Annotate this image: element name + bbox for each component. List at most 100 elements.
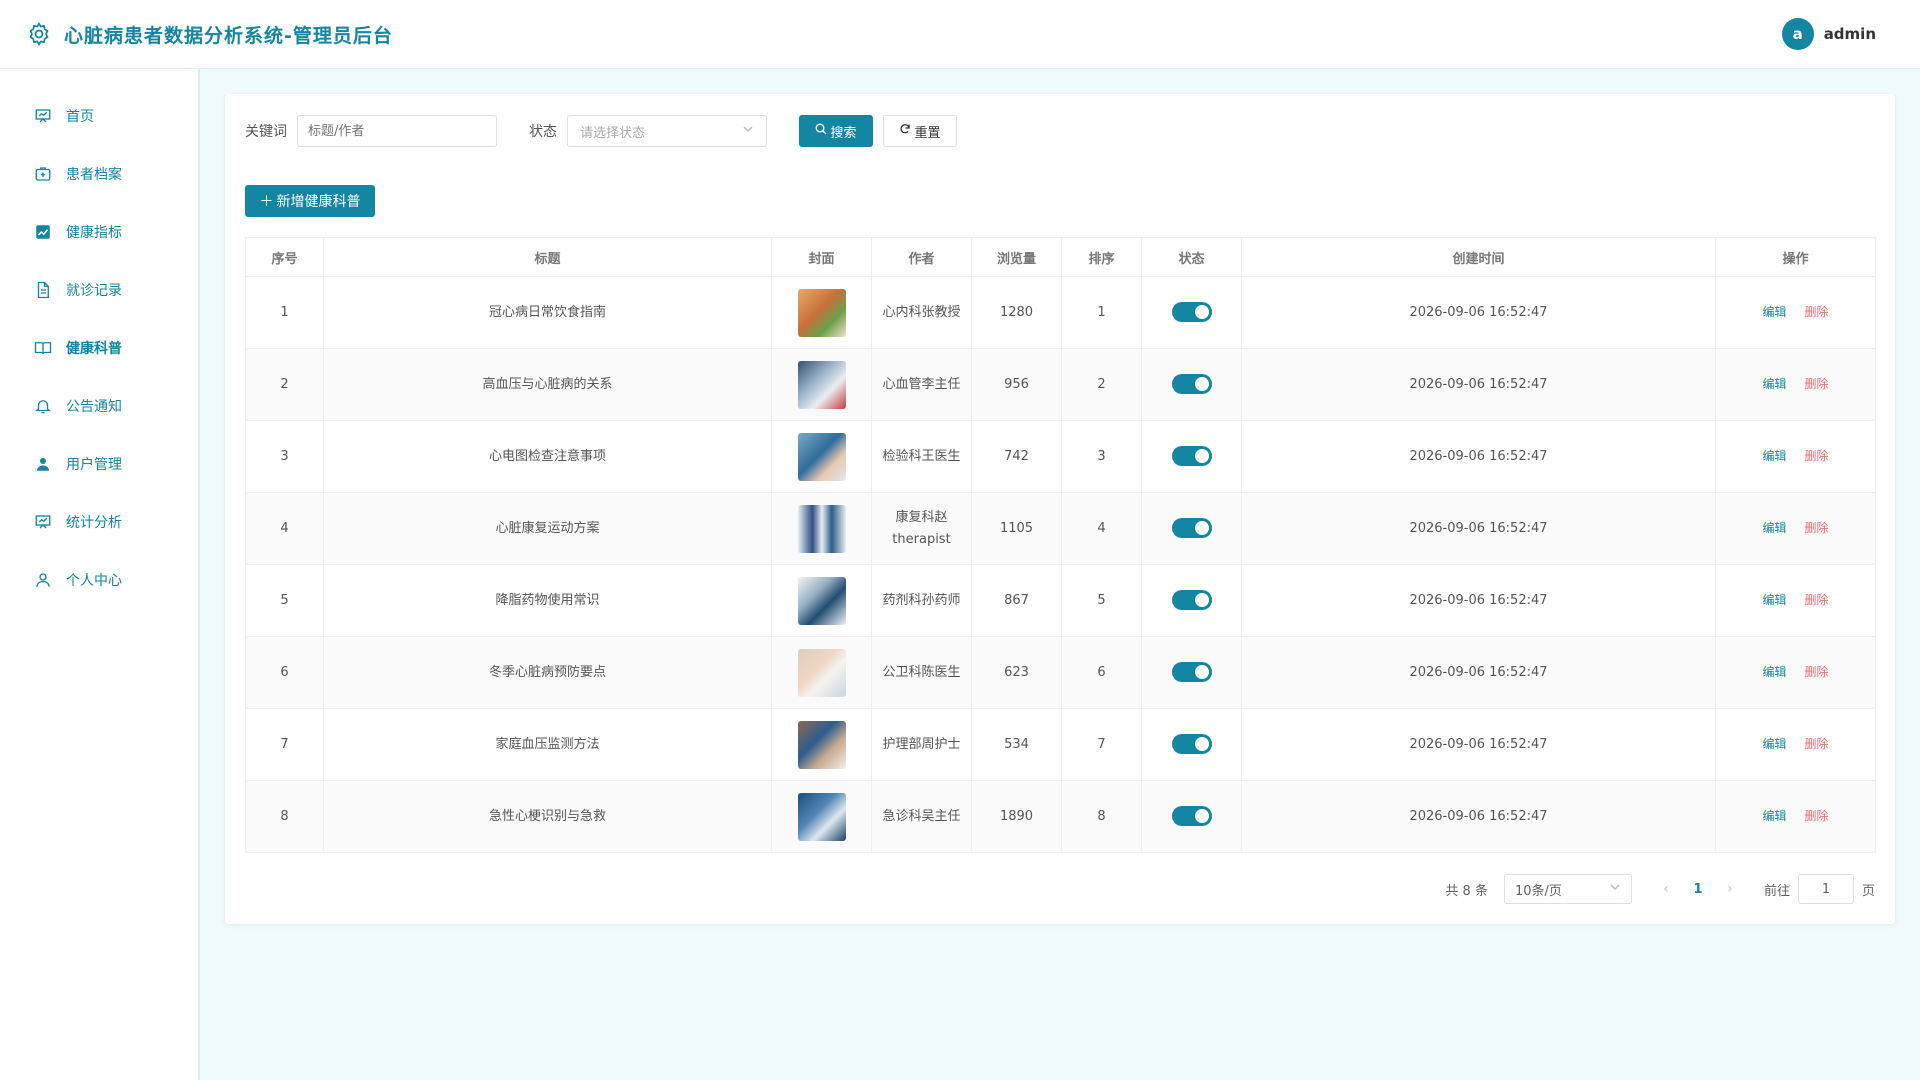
row-status-cell [1141, 348, 1242, 421]
sidebar-item-label: 个人中心 [66, 573, 122, 589]
table-row: 2 高血压与心脏病的关系 心血管李主任 956 2 2026-09-06 16:… [245, 348, 1876, 421]
delete-button[interactable]: 删除 [1805, 305, 1829, 319]
column-header: 状态 [1141, 237, 1242, 277]
reset-button[interactable]: 重置 [883, 115, 957, 147]
plus-icon: ＋ [259, 194, 274, 210]
trend-chart-icon [34, 223, 52, 241]
row-created: 2026-09-06 16:52:47 [1241, 276, 1716, 349]
row-order: 3 [1061, 420, 1142, 493]
row-created: 2026-09-06 16:52:47 [1241, 708, 1716, 781]
delete-button[interactable]: 删除 [1805, 665, 1829, 679]
row-index: 4 [245, 492, 324, 565]
row-order: 1 [1061, 276, 1142, 349]
status-select[interactable]: 请选择状态 [567, 115, 767, 147]
status-toggle[interactable] [1171, 662, 1212, 682]
column-header: 序号 [245, 237, 324, 277]
sidebar-item-notices[interactable]: 公告通知 [0, 377, 198, 435]
delete-button[interactable]: 删除 [1805, 737, 1829, 751]
edit-button[interactable]: 编辑 [1762, 449, 1786, 463]
row-views: 867 [971, 564, 1062, 637]
page-size-select[interactable]: 10条/页 [1503, 874, 1632, 904]
avatar[interactable]: a [1781, 18, 1814, 50]
table-row: 8 急性心梗识别与急救 急诊科吴主任 1890 8 2026-09-06 16:… [245, 780, 1876, 853]
sidebar-item-label: 用户管理 [66, 457, 122, 473]
next-page-button[interactable]: › [1714, 881, 1746, 897]
chevron-down-icon [742, 123, 754, 139]
sidebar-item-home[interactable]: 首页 [0, 87, 198, 145]
row-created: 2026-09-06 16:52:47 [1241, 348, 1716, 421]
row-author: 康复科赵therapist [871, 492, 972, 565]
cover-image [797, 504, 846, 553]
sidebar-item-health-metrics[interactable]: 健康指标 [0, 203, 198, 261]
row-status-cell [1141, 780, 1242, 853]
pagination: 共 8 条 10条/页 ‹ 1 › 前往 页 [1445, 874, 1875, 904]
status-toggle[interactable] [1171, 302, 1212, 322]
row-created: 2026-09-06 16:52:47 [1241, 420, 1716, 493]
page-number-current[interactable]: 1 [1682, 882, 1714, 897]
delete-button[interactable]: 删除 [1805, 593, 1829, 607]
row-title: 冠心病日常饮食指南 [323, 276, 772, 349]
search-button-label: 搜索 [830, 125, 857, 141]
user-menu[interactable]: a admin [1781, 18, 1894, 50]
edit-button[interactable]: 编辑 [1762, 665, 1786, 679]
book-icon [34, 339, 52, 357]
edit-button[interactable]: 编辑 [1762, 593, 1786, 607]
row-cover-cell [771, 420, 872, 493]
row-status-cell [1141, 276, 1242, 349]
edit-button[interactable]: 编辑 [1762, 377, 1786, 391]
sidebar-item-statistics[interactable]: 统计分析 [0, 493, 198, 551]
row-views: 623 [971, 636, 1062, 709]
row-order: 2 [1061, 348, 1142, 421]
delete-button[interactable]: 删除 [1805, 377, 1829, 391]
cover-image [797, 648, 846, 697]
row-actions: 编辑 删除 [1715, 420, 1876, 493]
delete-button[interactable]: 删除 [1805, 809, 1829, 823]
search-button[interactable]: 搜索 [799, 115, 873, 147]
row-actions: 编辑 删除 [1715, 492, 1876, 565]
row-status-cell [1141, 636, 1242, 709]
edit-button[interactable]: 编辑 [1762, 809, 1786, 823]
table-row: 6 冬季心脏病预防要点 公卫科陈医生 623 6 2026-09-06 16:5… [245, 636, 1876, 709]
column-header: 封面 [771, 237, 872, 277]
row-cover-cell [771, 564, 872, 637]
status-toggle[interactable] [1171, 734, 1212, 754]
keyword-input[interactable] [297, 115, 497, 147]
sidebar-item-visits[interactable]: 就诊记录 [0, 261, 198, 319]
row-index: 1 [245, 276, 324, 349]
sidebar-item-health-education[interactable]: 健康科普 [0, 319, 198, 377]
table-row: 4 心脏康复运动方案 康复科赵therapist 1105 4 2026-09-… [245, 492, 1876, 565]
row-actions: 编辑 删除 [1715, 564, 1876, 637]
sidebar-item-patients[interactable]: 患者档案 [0, 145, 198, 203]
sidebar-item-users[interactable]: 用户管理 [0, 435, 198, 493]
gear-icon [26, 21, 52, 47]
delete-button[interactable]: 删除 [1805, 449, 1829, 463]
sidebar: 首页 患者档案 健康指标 就诊记录 健康科普 公告通知 用户管理 统计分析 个人… [0, 69, 200, 1080]
row-title: 急性心梗识别与急救 [323, 780, 772, 853]
status-toggle[interactable] [1171, 446, 1212, 466]
add-article-button[interactable]: ＋ 新增健康科普 [245, 185, 375, 217]
status-toggle[interactable] [1171, 518, 1212, 538]
row-status-cell [1141, 564, 1242, 637]
goto-page-input[interactable] [1797, 874, 1854, 904]
sidebar-item-profile[interactable]: 个人中心 [0, 551, 198, 609]
cover-image [797, 792, 846, 841]
row-views: 1890 [971, 780, 1062, 853]
row-views: 1105 [971, 492, 1062, 565]
row-views: 1280 [971, 276, 1062, 349]
table-header-row: 序号 标题 封面 作者 浏览量 排序 状态 创建时间 操作 [245, 237, 1876, 277]
delete-button[interactable]: 删除 [1805, 521, 1829, 535]
username[interactable]: admin [1824, 25, 1876, 43]
bell-icon [34, 397, 52, 415]
status-toggle[interactable] [1171, 590, 1212, 610]
edit-button[interactable]: 编辑 [1762, 521, 1786, 535]
status-toggle[interactable] [1171, 806, 1212, 826]
prev-page-button[interactable]: ‹ [1650, 881, 1682, 897]
edit-button[interactable]: 编辑 [1762, 737, 1786, 751]
row-cover-cell [771, 780, 872, 853]
edit-button[interactable]: 编辑 [1762, 305, 1786, 319]
top-header: 心脏病患者数据分析系统-管理员后台 a admin [0, 0, 1920, 69]
cover-image [797, 432, 846, 481]
cover-image [797, 360, 846, 409]
row-index: 2 [245, 348, 324, 421]
status-toggle[interactable] [1171, 374, 1212, 394]
